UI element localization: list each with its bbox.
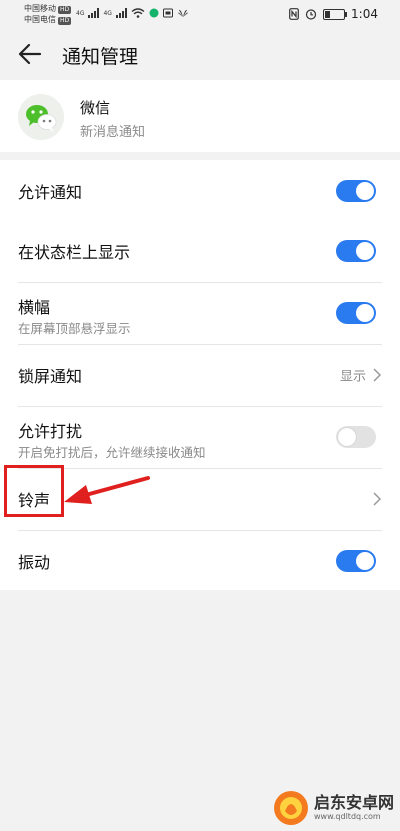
section-allow: 允许通知 <box>0 160 400 222</box>
highlight-box <box>4 465 64 517</box>
vibrate-label: 振动 <box>18 553 51 572</box>
signal-icon <box>88 8 100 18</box>
wechat-app-icon <box>18 94 64 140</box>
banner-toggle[interactable] <box>336 302 376 324</box>
wechat-icon <box>26 105 57 132</box>
network-type-1: 4G <box>76 9 85 17</box>
app-name: 微信 <box>80 99 111 117</box>
hd-badge-2: HD <box>58 17 72 25</box>
carrier-2: 中国电信 HD <box>24 15 72 25</box>
banner-sub: 在屏幕顶部悬浮显示 <box>18 321 131 336</box>
dnd-toggle[interactable] <box>336 426 376 448</box>
row-allow-notifications[interactable]: 允许通知 <box>0 160 400 222</box>
allow-notifications-label: 允许通知 <box>18 183 83 202</box>
wifi-icon <box>131 8 145 18</box>
hd-badge: HD <box>58 6 72 14</box>
watermark-logo-icon <box>273 791 308 825</box>
watermark-title: 启东安卓网 <box>313 793 394 812</box>
status-left-icons: 4G 4G <box>76 8 189 18</box>
alarm-icon <box>305 9 317 20</box>
annotation-arrow-icon <box>64 476 150 504</box>
chevron-right-icon <box>373 368 382 382</box>
signal-icon-2 <box>115 8 127 18</box>
row-banner[interactable]: 横幅 在屏幕顶部悬浮显示 <box>0 282 400 344</box>
row-dnd[interactable]: 允许打扰 开启免打扰后，允许继续接收通知 <box>0 406 400 468</box>
carrier-1-name: 中国移动 <box>24 4 56 13</box>
back-arrow-icon[interactable] <box>16 40 44 68</box>
nfc-icon <box>289 8 299 20</box>
chevron-right-icon <box>373 492 382 506</box>
dnd-sub: 开启免打扰后，允许继续接收通知 <box>18 445 206 460</box>
carrier-1: 中国移动 HD <box>24 4 72 14</box>
row-lockscreen[interactable]: 锁屏通知 显示 <box>0 344 400 406</box>
watermark-url: www.qdltdq.com <box>313 812 381 821</box>
app-header: 通知管理 <box>0 30 400 80</box>
status-right: 1:04 <box>289 7 378 21</box>
watermark-text: 启东安卓网 www.qdltdq.com <box>314 795 394 821</box>
row-status-bar[interactable]: 在状态栏上显示 <box>0 220 400 282</box>
lockscreen-value: 显示 <box>339 369 366 385</box>
huawei-icon <box>177 9 188 17</box>
status-bar-label: 在状态栏上显示 <box>18 243 131 262</box>
network-type-2: 4G <box>103 9 112 17</box>
banner-label: 横幅 <box>18 298 51 317</box>
gallery-icon <box>162 8 173 18</box>
lockscreen-label: 锁屏通知 <box>18 367 83 386</box>
status-bar: 中国移动 HD 中国电信 HD 4G 4G 1:04 <box>0 0 400 30</box>
dnd-label: 允许打扰 <box>18 422 83 441</box>
app-card: 微信 新消息通知 <box>0 80 400 152</box>
allow-notifications-toggle[interactable] <box>336 180 376 202</box>
clock: 1:04 <box>351 7 378 21</box>
watermark: 启东安卓网 www.qdltdq.com <box>272 789 394 827</box>
status-bar-toggle[interactable] <box>336 240 376 262</box>
vibrate-toggle[interactable] <box>336 550 376 572</box>
page-title: 通知管理 <box>62 46 139 68</box>
battery-icon <box>323 8 348 20</box>
app-notification-icon <box>149 8 159 18</box>
row-vibrate[interactable]: 振动 <box>0 530 400 592</box>
app-subtitle: 新消息通知 <box>80 125 146 140</box>
section-options: 在状态栏上显示 横幅 在屏幕顶部悬浮显示 锁屏通知 显示 允许打扰 开启免打扰后… <box>0 220 400 590</box>
carrier-2-name: 中国电信 <box>24 15 56 24</box>
